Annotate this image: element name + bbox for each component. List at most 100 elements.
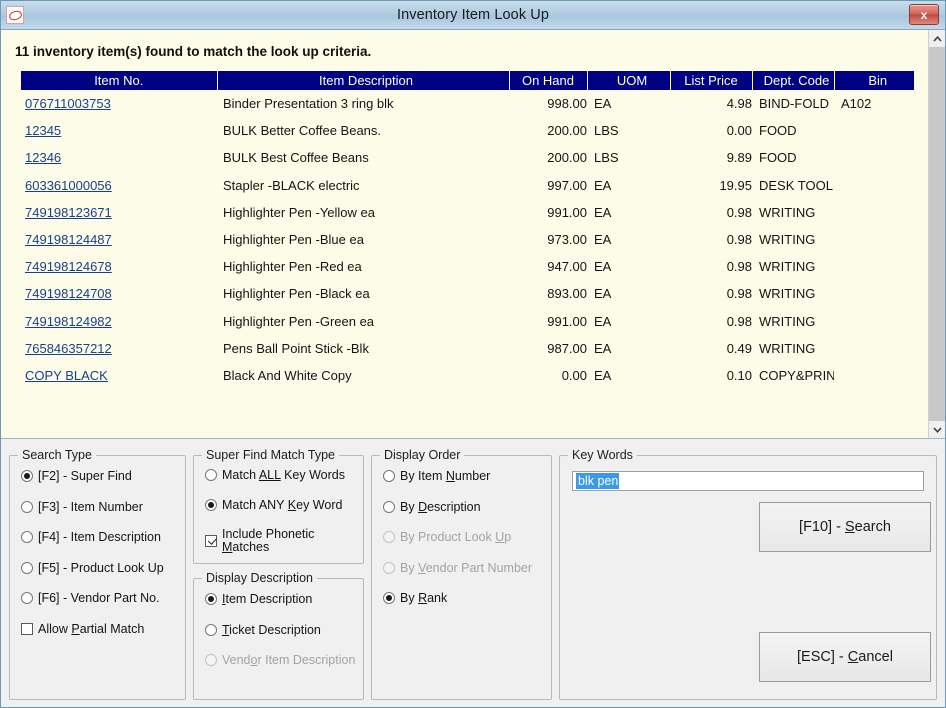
table-row[interactable]: COPY BLACK Black And White Copy 0.00 EA 0.10… [21, 362, 914, 389]
cell-item-no[interactable]: 12345 [21, 117, 217, 144]
cell-dept-code: WRITING [759, 313, 816, 329]
item-no-link[interactable]: 749198124982 [21, 314, 112, 329]
radio-search-type-f4-item-description[interactable]: [F4] - Item Description [21, 531, 185, 544]
checkbox-indicator [21, 622, 33, 635]
column-header-uom[interactable]: UOM [587, 71, 671, 90]
vertical-scrollbar[interactable] [928, 30, 945, 438]
radio-search-type-f3-item-number[interactable]: [F3] - Item Number [21, 499, 185, 514]
radio-display-order-by-rank[interactable]: By Rank [383, 592, 551, 605]
cell-item-no[interactable]: COPY BLACK [21, 362, 217, 389]
radio-search-type-f6-vendor-part-no[interactable]: [F6] - Vendor Part No. [21, 592, 185, 605]
match-type-group: Super Find Match Type Match ALL Key Word… [193, 448, 364, 564]
cell-item-no[interactable]: 749198124982 [21, 308, 217, 335]
radio-indicator [383, 561, 395, 574]
cell-dept-code: WRITING [759, 286, 816, 302]
radio-search-type-f5-product-look-up[interactable]: [F5] - Product Look Up [21, 561, 185, 575]
item-no-link[interactable]: 603361000056 [21, 178, 112, 193]
column-header-item-no[interactable]: Item No. [21, 71, 218, 90]
column-header-bin[interactable]: Bin [834, 71, 914, 90]
cell-description: Highlighter Pen -Blue ea [223, 232, 364, 248]
close-button[interactable]: x [909, 4, 939, 25]
radio-display-order-by-item-number[interactable]: By Item Number [383, 470, 551, 483]
cell-list-price: 0.49 [726, 340, 752, 356]
cell-item-no[interactable]: 749198124678 [21, 253, 217, 280]
item-no-link[interactable]: 749198124678 [21, 259, 112, 274]
radio-indicator [383, 592, 395, 605]
checkbox-allow-partial-match[interactable]: Allow Partial Match [21, 622, 185, 636]
radio-indicator [383, 470, 395, 483]
cell-item-no[interactable]: 749198124708 [21, 280, 217, 307]
checkbox-include-phonetic-matches[interactable]: Include Phonetic Matches [205, 528, 363, 553]
cell-on-hand: 0.00 [561, 367, 587, 383]
table-row[interactable]: 749198124982 Highlighter Pen -Green ea 991… [21, 308, 914, 335]
cell-item-no[interactable]: 076711003753 [21, 90, 217, 117]
column-header-dept-code[interactable]: Dept. Code [752, 71, 835, 90]
column-header-on-hand[interactable]: On Hand [509, 71, 588, 90]
table-row[interactable]: 12346 BULK Best Coffee Beans 200.00 LBS 9.89… [21, 144, 914, 171]
table-row[interactable]: 749198124487 Highlighter Pen -Blue ea 973.… [21, 226, 914, 253]
display-order-legend: Display Order [384, 448, 461, 462]
chevron-down-icon[interactable] [929, 421, 945, 438]
search-button[interactable]: [F10] - Search [759, 502, 931, 552]
column-header-list-price[interactable]: List Price [670, 71, 753, 90]
cancel-button[interactable]: [ESC] - Cancel [759, 632, 931, 682]
table-row[interactable]: 603361000056 Stapler -BLACK electric 997.0… [21, 172, 914, 199]
cell-uom: EA [594, 313, 612, 329]
radio-match-any-key-word[interactable]: Match ANY Key Word [205, 497, 363, 512]
cell-bin [834, 362, 914, 389]
item-no-link[interactable]: 12346 [21, 150, 61, 165]
display-order-options: By Item Number By Description By Product L… [372, 462, 551, 623]
oval-logo-icon [6, 6, 24, 24]
cell-dept-code: FOOD [759, 150, 797, 166]
display-description-group: Display Description Item Description Tick… [193, 571, 364, 700]
item-no-link[interactable]: 076711003753 [21, 96, 111, 111]
option-label: [F3] - Item Number [38, 499, 143, 514]
cell-item-no[interactable]: 749198124487 [21, 226, 217, 253]
chevron-up-icon[interactable] [929, 30, 945, 47]
inventory-results-table: Item No. Item Description On Hand UOM Li… [21, 71, 914, 389]
item-no-link[interactable]: 765846357212 [21, 341, 112, 356]
radio-display-order-by-product-look-up: By Product Look Up [383, 531, 551, 544]
cancel-button-label: [ESC] - Cancel [797, 649, 893, 665]
item-no-link[interactable]: COPY BLACK [21, 368, 108, 383]
cell-description: Stapler -BLACK electric [223, 177, 360, 193]
cell-bin [834, 144, 914, 171]
table-row[interactable]: 076711003753 Binder Presentation 3 ring b… [21, 90, 914, 117]
scrollbar-thumb[interactable] [929, 47, 945, 421]
key-words-input[interactable]: blk pen [572, 471, 924, 491]
radio-display-order-by-description[interactable]: By Description [383, 500, 551, 514]
cell-item-no[interactable]: 603361000056 [21, 172, 217, 199]
cell-dept-code: BIND-FOLD [759, 96, 830, 112]
key-words-value: blk pen [576, 472, 620, 490]
item-no-link[interactable]: 749198123671 [21, 205, 112, 220]
table-row[interactable]: 12345 BULK Better Coffee Beans. 200.00 LBS 0… [21, 117, 914, 144]
cell-item-no[interactable]: 749198123671 [21, 199, 217, 226]
item-no-link[interactable]: 749198124708 [21, 286, 112, 301]
option-label: Match ANY Key Word [222, 497, 343, 512]
radio-display-description-item-description[interactable]: Item Description [205, 593, 363, 606]
cell-item-no[interactable]: 12346 [21, 144, 217, 171]
cell-dept-code: DESK TOOLS [759, 177, 834, 193]
radio-display-description-ticket-description[interactable]: Ticket Description [205, 622, 363, 637]
cell-on-hand: 947.00 [547, 259, 587, 275]
radio-indicator [21, 470, 33, 483]
cell-item-no[interactable]: 765846357212 [21, 335, 217, 362]
radio-match-all-key-words[interactable]: Match ALL Key Words [205, 469, 363, 482]
cell-bin [834, 280, 914, 307]
item-no-link[interactable]: 749198124487 [21, 232, 112, 247]
cell-on-hand: 998.00 [547, 96, 587, 112]
key-words-group: Key Words blk pen [F10] - Search [ESC] -… [559, 448, 937, 700]
table-row[interactable]: 765846357212 Pens Ball Point Stick -Blk 98… [21, 335, 914, 362]
option-label: Ticket Description [222, 622, 321, 637]
column-header-description[interactable]: Item Description [217, 71, 510, 90]
item-no-link[interactable]: 12345 [21, 123, 61, 138]
table-row[interactable]: 749198124708 Highlighter Pen -Black ea 893… [21, 280, 914, 307]
option-label: Match ALL Key Words [222, 468, 345, 482]
cell-list-price: 0.10 [726, 367, 752, 383]
table-row[interactable]: 749198124678 Highlighter Pen -Red ea 947.0… [21, 253, 914, 280]
cell-uom: EA [594, 367, 612, 383]
table-row[interactable]: 749198123671 Highlighter Pen -Yellow ea 99… [21, 199, 914, 226]
radio-search-type-f2-super-find[interactable]: [F2] - Super Find [21, 470, 185, 483]
results-body: 11 inventory item(s) found to match the … [1, 30, 928, 438]
table-header-row: Item No. Item Description On Hand UOM Li… [21, 71, 914, 90]
